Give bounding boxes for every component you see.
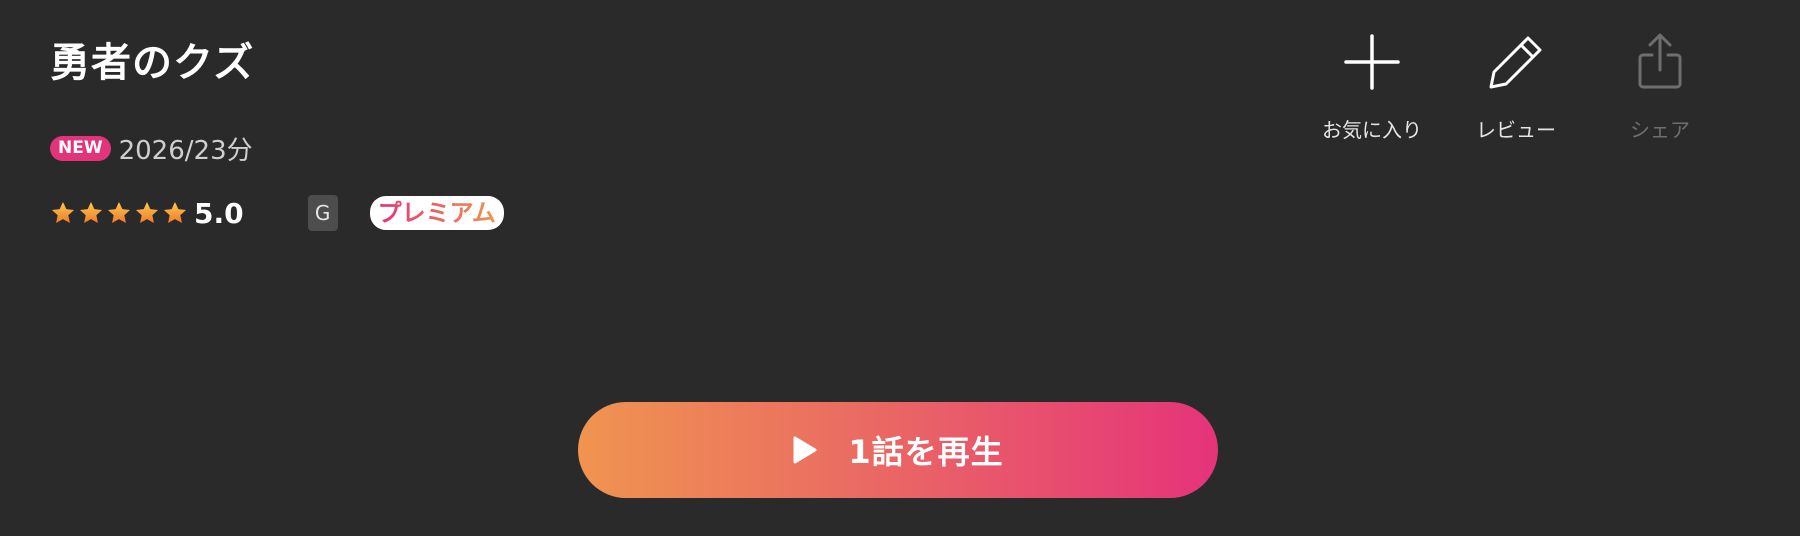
review-label: レビュー xyxy=(1476,118,1556,142)
star-icon xyxy=(51,201,75,223)
play-episode-label: 1話を再生 xyxy=(848,433,1004,471)
age-rating-badge: G xyxy=(307,195,338,231)
favorite-label: お気に入り xyxy=(1322,118,1422,142)
review-button[interactable]: レビュー xyxy=(1444,30,1588,143)
star-icon xyxy=(107,201,131,223)
page-title: 勇者のクズ xyxy=(50,40,255,86)
share-icon xyxy=(1638,33,1682,89)
rating-value: 5.0 xyxy=(194,196,244,230)
year-duration: 2026/23分 xyxy=(118,136,253,166)
star-icon xyxy=(79,201,103,223)
play-icon xyxy=(792,435,818,465)
meta-row: NEW 2026/23分 xyxy=(50,130,253,167)
share-button[interactable]: シェア xyxy=(1588,30,1732,143)
action-bar: お気に入り レビュー シェア xyxy=(1300,30,1732,143)
star-rating xyxy=(50,200,188,226)
favorite-button[interactable]: お気に入り xyxy=(1300,30,1444,143)
new-badge: NEW xyxy=(50,136,111,161)
star-icon xyxy=(163,201,187,223)
plus-icon xyxy=(1344,34,1400,90)
rating-row: 5.0 G プレミアム xyxy=(50,195,504,231)
premium-badge: プレミアム xyxy=(369,196,504,230)
premium-badge-label: プレミアム xyxy=(377,199,496,227)
pencil-icon xyxy=(1489,36,1542,89)
share-label: シェア xyxy=(1630,118,1690,142)
play-episode-button[interactable]: 1話を再生 xyxy=(578,402,1218,498)
star-icon xyxy=(135,201,159,223)
